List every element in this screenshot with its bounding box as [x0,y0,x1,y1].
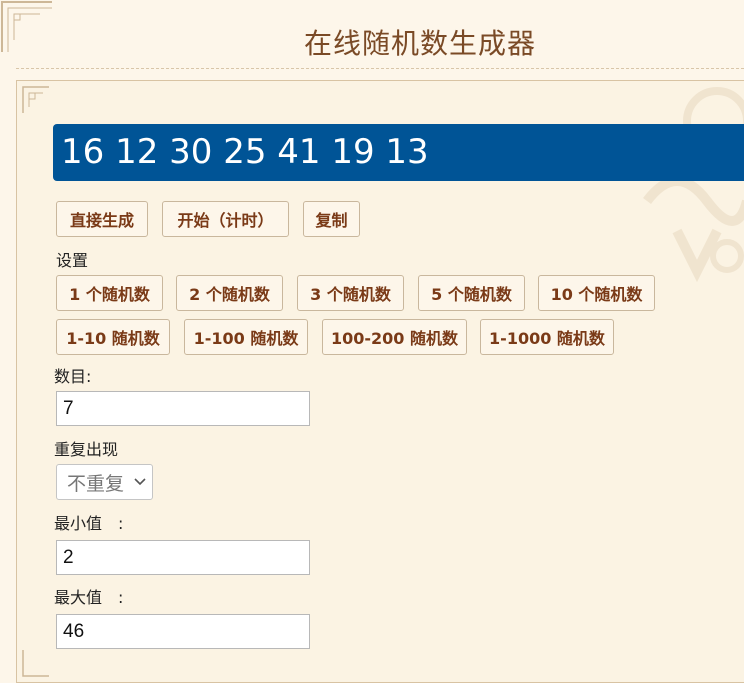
preset-range-1-10-button[interactable]: 1-10 随机数 [56,319,170,355]
max-value-input[interactable]: 46 [56,614,310,649]
random-result-display: 16 12 30 25 41 19 13 [53,124,744,181]
panel-corner-ornament-icon [22,86,49,113]
min-value-input[interactable]: 2 [56,540,310,575]
decorative-watermark-icon [643,87,744,283]
page-title: 在线随机数生成器 [303,27,536,60]
start-timer-button[interactable]: 开始（计时） [162,201,289,237]
settings-heading: 设置 [56,251,89,270]
panel-bottom-ornament-icon [22,650,49,677]
repeat-select-value: 不重复 [67,472,125,495]
min-label: 最小值 : [54,514,124,533]
preset-1-random-button[interactable]: 1 个随机数 [56,275,163,311]
preset-range-1-1000-button[interactable]: 1-1000 随机数 [480,319,614,355]
repeat-select[interactable]: 不重复 [56,464,153,500]
count-input[interactable]: 7 [56,391,310,426]
corner-ornament-icon [1,1,52,52]
generate-button[interactable]: 直接生成 [56,201,148,237]
header-divider [16,68,744,69]
preset-range-1-100-button[interactable]: 1-100 随机数 [184,319,308,355]
preset-range-100-200-button[interactable]: 100-200 随机数 [322,319,467,355]
preset-3-random-button[interactable]: 3 个随机数 [297,275,404,311]
count-label: 数目: [54,367,92,386]
preset-2-random-button[interactable]: 2 个随机数 [176,275,283,311]
preset-5-random-button[interactable]: 5 个随机数 [418,275,525,311]
max-label: 最大值 : [54,588,124,607]
repeat-label: 重复出现 [54,440,119,459]
chevron-down-icon [134,478,146,486]
copy-button[interactable]: 复制 [303,201,360,237]
preset-10-random-button[interactable]: 10 个随机数 [538,275,655,311]
